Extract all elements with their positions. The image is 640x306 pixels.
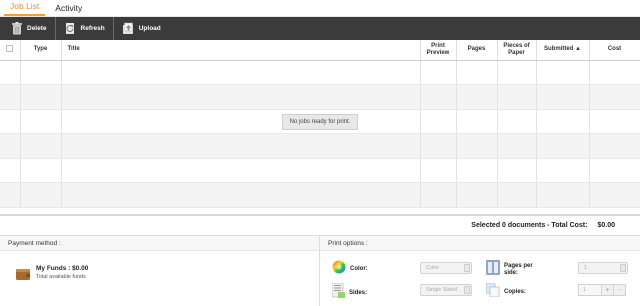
funds-subtitle: Total available funds [36, 274, 86, 280]
select-all-checkbox[interactable] [6, 44, 14, 52]
copies-icon [485, 282, 500, 302]
table-row [0, 133, 640, 159]
tab-job-list[interactable]: Job List [4, 1, 46, 16]
column-header-pages[interactable]: Pages [456, 40, 498, 61]
column-header-title[interactable]: Title [61, 40, 421, 61]
empty-list-message: No jobs ready for print. [282, 114, 358, 130]
sides-option: Sides: [331, 282, 368, 303]
bottom-panels: Payment method : My Funds : $0.00 Total … [0, 236, 640, 306]
delete-button[interactable]: Delete [8, 17, 56, 40]
color-select[interactable]: Color [420, 262, 472, 274]
payment-panel: Payment method : My Funds : $0.00 Total … [0, 236, 320, 306]
submitted-label: Submitted [544, 46, 574, 53]
select-arrows-icon [464, 264, 470, 272]
funds-option[interactable]: My Funds : $0.00 Total available funds [0, 251, 319, 280]
upload-label: Upload [138, 25, 161, 32]
print-options-panel: Print options : Color: Color Pages per s… [320, 236, 640, 306]
job-list-grid: Type Title Print Preview Pages Pieces of… [0, 40, 640, 209]
copies-input[interactable]: 1 [578, 284, 602, 296]
copies-label: Copies: [504, 289, 527, 295]
column-header-type[interactable]: Type [20, 40, 62, 61]
column-header-pieces-of-paper[interactable]: Pieces of Paper [497, 40, 537, 61]
funds-title: My Funds : $0.00 [36, 265, 89, 272]
table-row [0, 182, 640, 209]
tab-bar: Job List Activity [0, 0, 640, 17]
toolbar: Delete Refresh Upload [0, 17, 640, 40]
color-select-value: Color [426, 265, 440, 271]
document-sides-icon [331, 282, 345, 303]
upload-icon [122, 21, 135, 36]
refresh-label: Refresh [80, 25, 105, 32]
sides-select-value: Single Sided [426, 287, 457, 293]
pages-per-side-option: Pages per side: [486, 260, 536, 280]
pages-per-side-value: 1 [584, 265, 588, 271]
table-row [0, 158, 640, 184]
decrement-button[interactable]: - [614, 284, 626, 296]
sort-ascending-icon: ▲ [575, 46, 581, 53]
copies-stepper: 1 + - [578, 284, 626, 296]
sides-label: Sides: [349, 289, 368, 296]
color-wheel-icon [332, 260, 346, 279]
table-row [0, 60, 640, 86]
payment-heading: Payment method : [0, 236, 319, 251]
trash-icon [10, 21, 23, 36]
pages-per-side-icon [486, 260, 500, 280]
summary-text: Selected 0 documents - Total Cost: [471, 222, 588, 229]
selection-summary: Selected 0 documents - Total Cost: $0.00 [0, 214, 640, 236]
select-arrows-icon [620, 264, 626, 272]
pages-per-side-select[interactable]: 1 [578, 262, 628, 274]
refresh-button[interactable]: Refresh [62, 17, 114, 40]
pages-per-side-label: Pages per side: [504, 263, 533, 276]
column-header-submitted[interactable]: Submitted ▲ [536, 40, 590, 61]
refresh-icon [64, 21, 77, 36]
select-all-checkbox-cell[interactable] [0, 40, 21, 61]
tab-activity[interactable]: Activity [49, 3, 88, 16]
increment-button[interactable]: + [602, 284, 614, 296]
copies-option: Copies: [485, 282, 527, 302]
delete-label: Delete [27, 25, 47, 32]
upload-button[interactable]: Upload [120, 17, 169, 40]
color-label: Color: [350, 266, 368, 272]
print-options-heading: Print options : [320, 236, 640, 251]
table-header-row: Type Title Print Preview Pages Pieces of… [0, 40, 640, 61]
color-option: Color: [332, 260, 368, 279]
wallet-icon [16, 267, 30, 280]
column-header-cost[interactable]: Cost [589, 40, 640, 61]
column-header-print-preview[interactable]: Print Preview [420, 40, 457, 61]
summary-total: $0.00 [597, 222, 615, 229]
table-row [0, 84, 640, 110]
select-arrows-icon [464, 286, 470, 294]
sides-select[interactable]: Single Sided [420, 284, 472, 296]
